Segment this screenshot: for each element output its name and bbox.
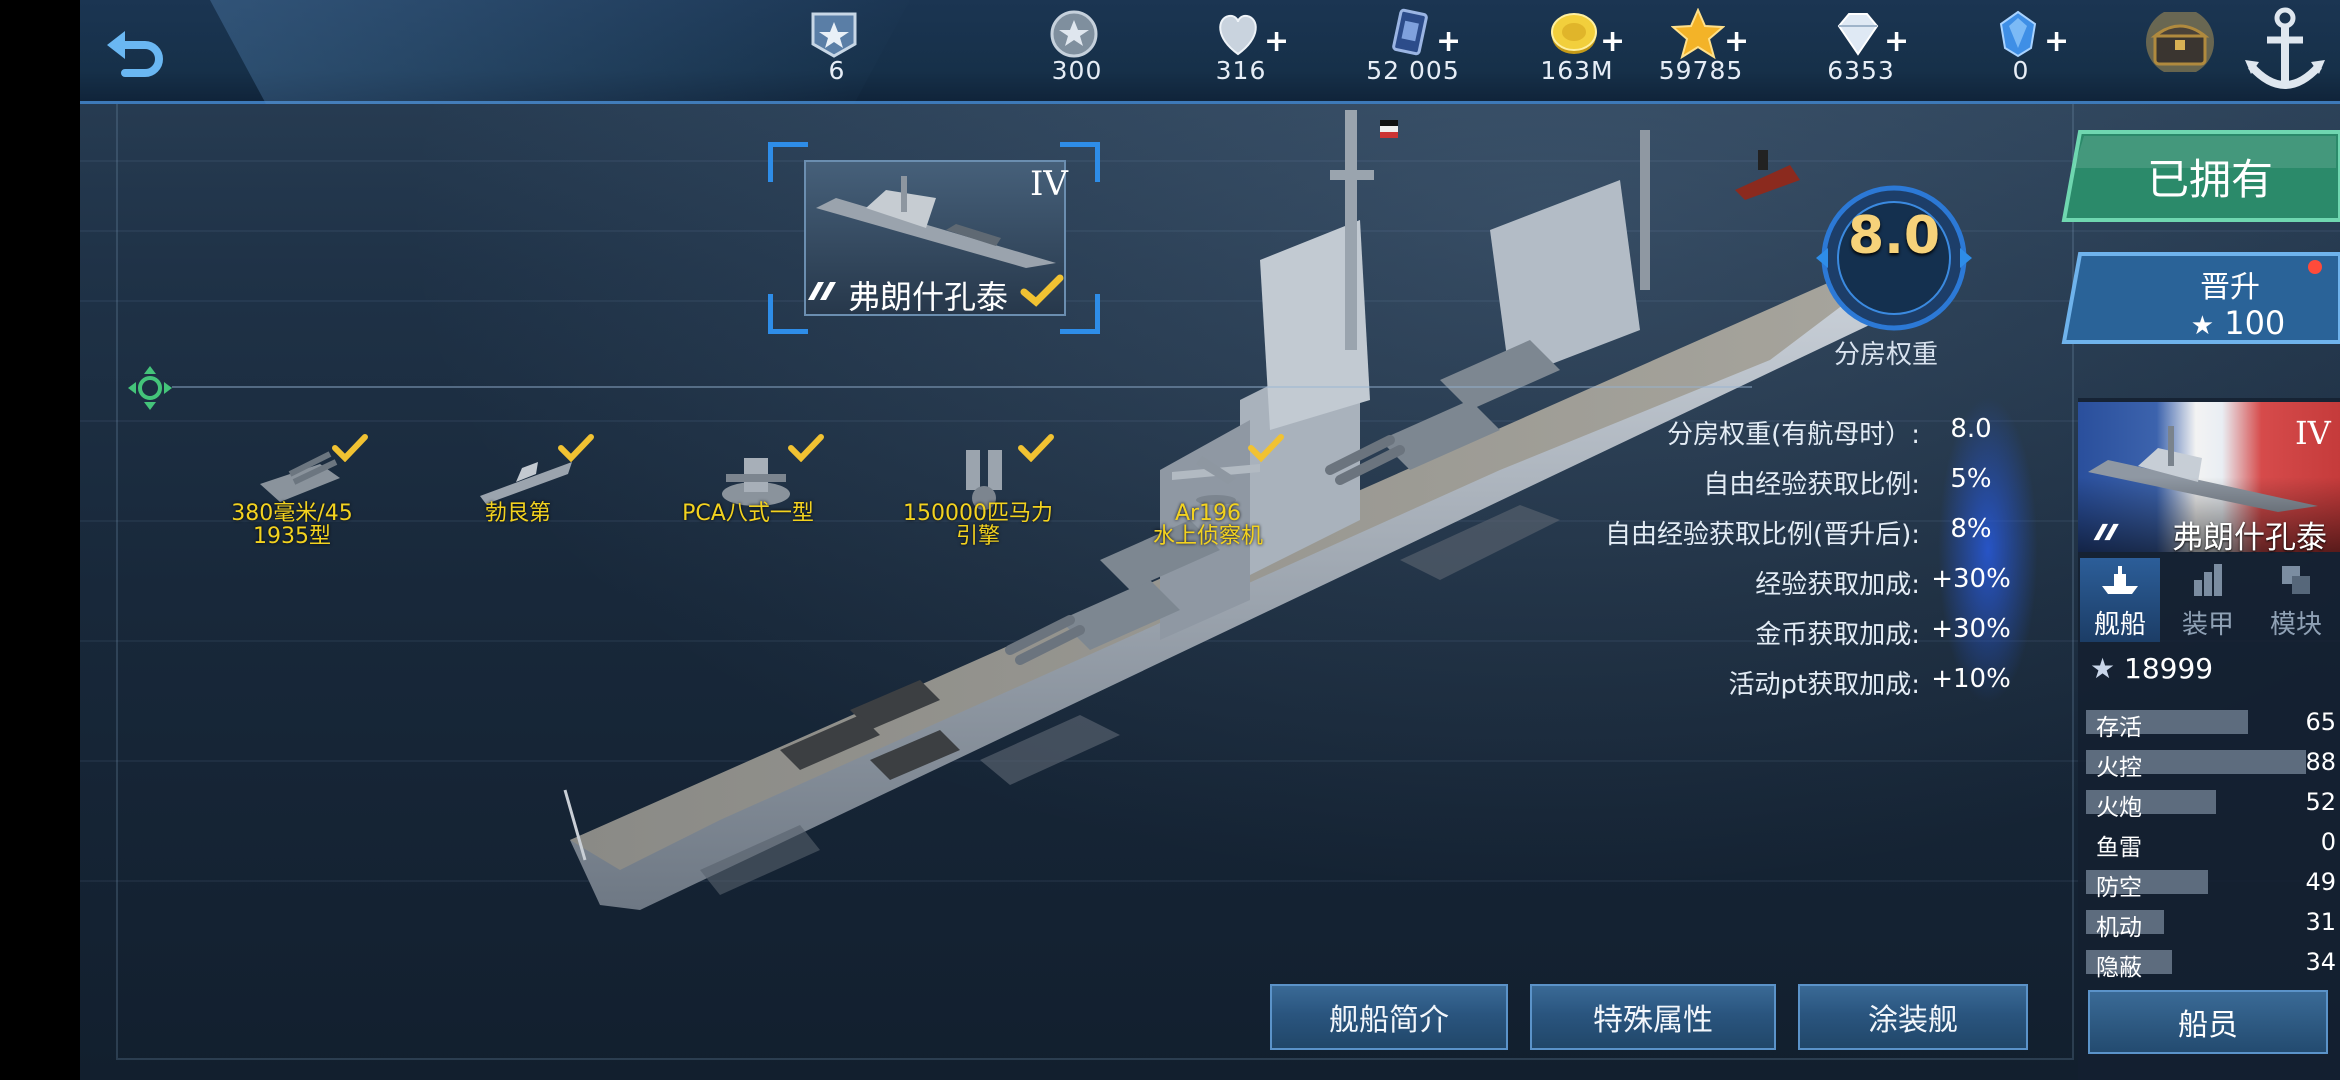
tab-module[interactable]: 模块 <box>2256 558 2336 642</box>
tab-ship[interactable]: 舰船 <box>2080 558 2160 642</box>
flag-tier: IV <box>2295 414 2331 452</box>
selected-ship-card[interactable]: IV 弗朗什孔泰 <box>768 142 1100 334</box>
divider-line <box>172 386 1752 388</box>
stat-row: 经验获取加成: +30% <box>1755 564 2011 600</box>
add-diamond-icon[interactable]: + <box>1884 24 1909 59</box>
crew-button[interactable]: 船员 <box>2088 990 2328 1054</box>
card-tier: IV <box>1030 164 1068 204</box>
equip-hull[interactable]: 勃艮第 <box>428 430 608 560</box>
tab-armor[interactable]: 装甲 <box>2168 558 2248 642</box>
room-weight-label: 分房权重 <box>1834 340 1939 370</box>
ship-thumbnail-icon <box>816 176 1056 268</box>
heart-icon <box>1219 14 1257 56</box>
module-tab-icon <box>2282 566 2310 594</box>
resource-silver[interactable]: 300 <box>1012 6 1142 96</box>
attr-mobility: 机动 31 <box>2086 906 2336 941</box>
resource-silver-value: 300 <box>1051 56 1103 85</box>
attr-torpedo: 鱼雷 0 <box>2096 828 2336 861</box>
check-icon <box>558 434 594 462</box>
add-gold-icon[interactable]: + <box>1600 24 1625 59</box>
equip-fire-control[interactable]: PCA八式一型 <box>658 430 838 560</box>
resource-gold[interactable]: + 163M <box>1512 6 1642 96</box>
resource-crystal[interactable]: + 0 <box>1956 6 2086 96</box>
resource-cards-value: 52 005 <box>1366 56 1460 85</box>
add-crystal-icon[interactable]: + <box>2044 24 2069 59</box>
stat-row: 自由经验获取比例: 5% <box>1703 464 1992 500</box>
check-icon <box>1248 434 1284 462</box>
owned-check-icon <box>1020 274 1064 307</box>
resource-diamond[interactable]: + 6353 <box>1796 6 1926 96</box>
nation-stripe-icon <box>808 282 836 300</box>
resource-rank[interactable]: 6 <box>772 6 902 96</box>
ship-score: ★ 18999 <box>2090 652 2214 685</box>
stat-row: 活动pt获取加成: +10% <box>1728 664 2011 700</box>
add-fuel-icon[interactable]: + <box>1264 24 1289 59</box>
resource-diamond-value: 6353 <box>1827 56 1895 85</box>
flag-ship-name: 弗朗什孔泰 <box>2172 520 2327 556</box>
check-icon <box>788 434 824 462</box>
nation-stripe-icon <box>2093 523 2119 541</box>
equip-label: Ar196 水上侦察机 <box>1152 501 1263 549</box>
resource-cards[interactable]: + 52 005 <box>1348 6 1478 96</box>
gold-coin-icon <box>1551 13 1597 54</box>
treasure-chest-icon[interactable] <box>2145 12 2215 72</box>
resource-stars-value: 59785 <box>1658 56 1744 85</box>
silver-star-coin-icon <box>1050 10 1098 58</box>
resource-stars[interactable]: + 59785 <box>1636 6 1766 96</box>
check-icon <box>1018 434 1054 462</box>
card-ship-name: 弗朗什孔泰 <box>848 278 1009 316</box>
card-icon <box>1392 8 1428 56</box>
equip-main-gun[interactable]: 380毫米/45 1935型 <box>202 430 382 560</box>
equip-label: 勃艮第 <box>484 501 551 526</box>
promote-cost: ★ 100 <box>2190 304 2286 342</box>
attr-stealth: 隐蔽 34 <box>2086 946 2336 981</box>
stat-row: 分房权重(有航母时）: 8.0 <box>1667 414 1992 450</box>
attr-fire-control: 火控 88 <box>2086 746 2336 781</box>
add-stars-icon[interactable]: + <box>1724 24 1749 59</box>
equip-label: 150000匹马力 引擎 <box>903 501 1053 549</box>
equip-label: 380毫米/45 1935型 <box>231 501 353 549</box>
owned-label: 已拥有 <box>2146 155 2273 204</box>
game-screen: 6 300 + 316 + 52 005 + 163M + 59785 + 63… <box>0 0 2340 1080</box>
notification-dot <box>2308 260 2322 274</box>
diamond-icon <box>1837 13 1879 56</box>
resource-crystal-value: 0 <box>2012 56 2030 85</box>
view-reset-icon[interactable] <box>128 366 172 410</box>
equip-seaplane[interactable]: Ar196 水上侦察机 <box>1118 430 1298 560</box>
back-arrow-icon <box>107 31 163 77</box>
star-icon: ★ <box>2090 652 2116 685</box>
anchor-icon[interactable] <box>2235 0 2335 104</box>
armor-tab-icon <box>2194 564 2222 596</box>
blue-crystal-icon <box>1999 10 2037 58</box>
stat-row: 自由经验获取比例(晋升后): 8% <box>1604 514 1992 550</box>
paint-skin-button[interactable]: 涂装舰 <box>1798 984 2028 1050</box>
resource-gold-value: 163M <box>1540 56 1614 85</box>
ship-tab-icon <box>2102 566 2138 594</box>
gold-star-icon <box>1671 8 1725 60</box>
stat-row: 金币获取加成: +30% <box>1755 614 2011 650</box>
star-icon: ★ <box>2190 311 2215 341</box>
promote-label: 晋升 <box>2200 270 2260 305</box>
equip-label: PCA八式一型 <box>682 501 814 526</box>
ship-intro-button[interactable]: 舰船简介 <box>1270 984 1508 1050</box>
resource-fuel-value: 316 <box>1215 56 1267 85</box>
rank-badge-icon <box>811 12 857 58</box>
resource-fuel[interactable]: + 316 <box>1176 6 1306 96</box>
equip-engine[interactable]: 150000匹马力 引擎 <box>888 430 1068 560</box>
back-button[interactable] <box>95 18 175 84</box>
attr-artillery: 火炮 52 <box>2086 786 2336 821</box>
add-cards-icon[interactable]: + <box>1436 24 1461 59</box>
attr-anti-air: 防空 49 <box>2086 866 2336 901</box>
room-weight-value: 8.0 <box>1847 206 1941 266</box>
resource-rank-value: 6 <box>828 56 846 85</box>
check-icon <box>332 434 368 462</box>
special-attributes-button[interactable]: 特殊属性 <box>1530 984 1776 1050</box>
attr-survival: 存活 65 <box>2086 706 2336 741</box>
